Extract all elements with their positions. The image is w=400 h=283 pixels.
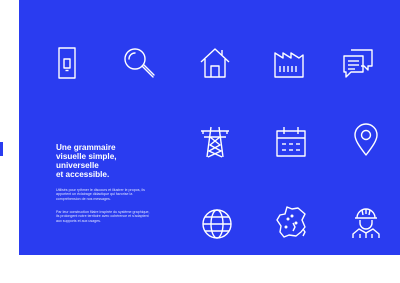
- worker-icon: [349, 205, 383, 239]
- smart-meter-icon: [50, 46, 84, 80]
- house-icon: [198, 46, 232, 80]
- location-pin-icon: [349, 123, 383, 157]
- left-page-edge: [0, 0, 12, 283]
- heading-line-1: Une grammaire: [56, 143, 116, 152]
- france-map-icon: [274, 205, 308, 239]
- globe-icon: [200, 207, 234, 241]
- calendar-icon: [274, 125, 308, 159]
- chat-icon: [341, 46, 375, 80]
- heading-line-2: visuelle simple,: [56, 152, 117, 161]
- heading-line-4: et accessible.: [56, 170, 110, 179]
- power-pylon-icon: [198, 125, 232, 159]
- description-paragraph-1: Utilisés pour rythmer le discours et ill…: [56, 188, 145, 201]
- section-heading: Une grammaire visuelle simple, universel…: [56, 143, 176, 179]
- factory-icon: [272, 46, 306, 80]
- description-paragraph-2: Par leur construction filaire inspirée d…: [56, 210, 150, 223]
- page-edge-mark: [0, 142, 3, 156]
- search-icon: [122, 46, 156, 80]
- heading-line-3: universelle: [56, 161, 99, 170]
- icon-showcase-panel: Une grammaire visuelle simple, universel…: [19, 0, 400, 255]
